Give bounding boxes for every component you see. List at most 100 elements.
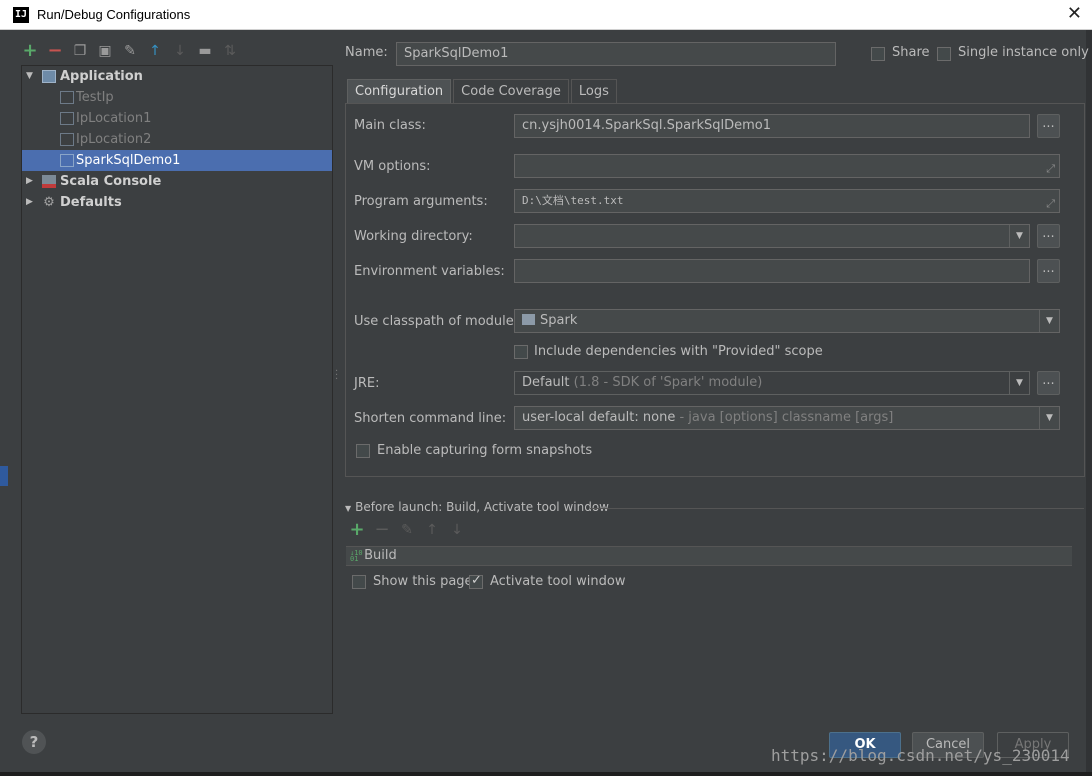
build-icon: ↓10 01 [350,548,363,563]
folder-icon[interactable]: ▬ [197,43,213,59]
shorten-value: user-local default: none [522,410,676,425]
chevron-down-icon[interactable]: ▼ [1009,225,1029,247]
expand-arrow-icon[interactable]: ▶ [26,192,33,213]
single-instance-label: Single instance only [958,45,1089,60]
class-icon [60,91,74,104]
dialog-body: + − ❐ ▣ ✎ ↑ ↓ ▬ ⇅ ▼ Application TestIp I… [8,30,1089,772]
activate-tool-window-label: Activate tool window [490,574,626,589]
config-tabs: Configuration Code Coverage Logs [347,79,619,103]
tree-node-label: IpLocation1 [76,111,152,126]
list-item[interactable]: ↓10 01 Build [350,548,397,563]
vm-options-label: VM options: [354,159,431,174]
sort-icon[interactable]: ⇅ [222,43,238,59]
tree-node-sparksqldemo1[interactable]: SparkSqlDemo1 [22,150,332,171]
close-icon[interactable]: ✕ [1067,3,1082,24]
run-debug-dialog: IJ Run/Debug Configurations ✕ + − ❐ ▣ ✎ … [0,0,1092,772]
module-folder-icon [522,314,535,325]
defaults-wrench-icon: ⚙ [43,195,55,210]
remove-task-icon[interactable]: − [374,521,390,539]
tree-node-defaults[interactable]: ▶ ⚙ Defaults [22,192,332,213]
main-class-browse-button[interactable]: ... [1037,114,1060,138]
working-directory-browse-button[interactable]: ... [1037,224,1060,248]
copy-icon[interactable]: ❐ [72,43,88,59]
tree-node-iplocation1[interactable]: IpLocation1 [22,108,332,129]
expand-icon[interactable]: ⤢ [1046,193,1055,212]
collapse-arrow-icon: ▼ [345,504,352,513]
class-icon [60,112,74,125]
move-down-icon[interactable]: ↓ [172,43,188,59]
move-task-up-icon[interactable]: ↑ [424,522,440,538]
background-console [0,772,1092,776]
name-label-text: Name: [345,45,388,60]
save-icon[interactable]: ▣ [97,43,113,59]
expand-arrow-icon[interactable]: ▶ [26,171,33,192]
name-input[interactable]: SparkSqlDemo1 [396,42,836,66]
splitter-handle[interactable]: · · · [335,367,338,385]
jre-value: Default [522,375,570,390]
chevron-down-icon[interactable]: ▼ [1039,310,1059,332]
application-icon [42,70,56,83]
add-task-icon[interactable]: + [349,521,365,539]
collapse-arrow-icon[interactable]: ▼ [26,66,33,87]
vm-options-input[interactable]: ⤢ [514,154,1060,178]
shorten-command-line-label: Shorten command line: [354,411,507,426]
single-instance-checkbox[interactable] [937,47,951,61]
move-task-down-icon[interactable]: ↓ [449,522,465,538]
jre-browse-button[interactable]: ... [1037,371,1060,395]
program-arguments-input[interactable]: D:\文档\test.txt ⤢ [514,189,1060,213]
tree-node-label: IpLocation2 [76,132,152,147]
classpath-module-value: Spark [540,313,578,328]
classpath-module-dropdown[interactable]: Spark ▼ [514,309,1060,333]
tab-code-coverage[interactable]: Code Coverage [453,79,569,103]
tree-node-application[interactable]: ▼ Application [22,66,332,87]
working-directory-dropdown[interactable]: ▼ [514,224,1030,248]
include-dependencies-label: Include dependencies with "Provided" sco… [534,344,823,359]
share-label: Share [892,45,930,60]
environment-variables-edit-button[interactable]: ... [1037,259,1060,283]
shorten-hint: - java [options] classname [args] [679,410,894,425]
tree-node-label: Scala Console [60,174,162,189]
tab-logs[interactable]: Logs [570,79,617,103]
tab-configuration[interactable]: Configuration [347,79,452,103]
before-launch-list: ↓10 01 Build [346,546,1072,566]
environment-variables-input[interactable] [514,259,1030,283]
form-snapshots-checkbox[interactable] [356,444,370,458]
include-dependencies-checkbox[interactable] [514,345,528,359]
environment-variables-label: Environment variables: [354,264,505,279]
edit-task-icon[interactable]: ✎ [399,522,415,538]
class-icon [60,133,74,146]
show-page-label: Show this page [373,574,473,589]
section-divider [590,508,1084,509]
working-directory-label: Working directory: [354,229,473,244]
main-class-label: Main class: [354,118,426,133]
main-class-input[interactable]: cn.ysjh0014.SparkSql.SparkSqlDemo1 [514,114,1030,138]
config-toolbar: + − ❐ ▣ ✎ ↑ ↓ ▬ ⇅ [22,41,238,61]
classpath-module-label: Use classpath of module: [354,314,519,329]
watermark: https://blog.csdn.net/ys_230014 [771,746,1070,765]
chevron-down-icon[interactable]: ▼ [1039,407,1059,429]
tree-node-label: TestIp [76,90,114,105]
title-bar: IJ Run/Debug Configurations ✕ [0,0,1092,30]
tree-node-iplocation2[interactable]: IpLocation2 [22,129,332,150]
tree-node-scala-console[interactable]: ▶ Scala Console [22,171,332,192]
share-checkbox[interactable] [871,47,885,61]
before-launch-header[interactable]: ▼ Before launch: Build, Activate tool win… [345,500,609,515]
program-arguments-label: Program arguments: [354,194,488,209]
help-button[interactable]: ? [22,730,46,754]
name-label: Name: [345,45,388,60]
chevron-down-icon[interactable]: ▼ [1009,372,1029,394]
move-up-icon[interactable]: ↑ [147,43,163,59]
scala-console-icon [42,175,56,188]
expand-icon[interactable]: ⤢ [1046,158,1055,177]
activate-tool-window-checkbox[interactable] [469,573,483,589]
show-page-checkbox[interactable] [352,575,366,589]
remove-icon[interactable]: − [47,42,63,60]
config-tree: ▼ Application TestIp IpLocation1 IpLocat… [21,65,333,714]
shorten-command-line-dropdown[interactable]: user-local default: none - java [options… [514,406,1060,430]
tree-node-testip[interactable]: TestIp [22,87,332,108]
add-icon[interactable]: + [22,42,38,60]
intellij-app-icon: IJ [13,7,29,23]
tree-node-label: SparkSqlDemo1 [76,153,181,168]
jre-dropdown[interactable]: Default (1.8 - SDK of 'Spark' module) ▼ [514,371,1030,395]
edit-defaults-icon[interactable]: ✎ [122,43,138,59]
